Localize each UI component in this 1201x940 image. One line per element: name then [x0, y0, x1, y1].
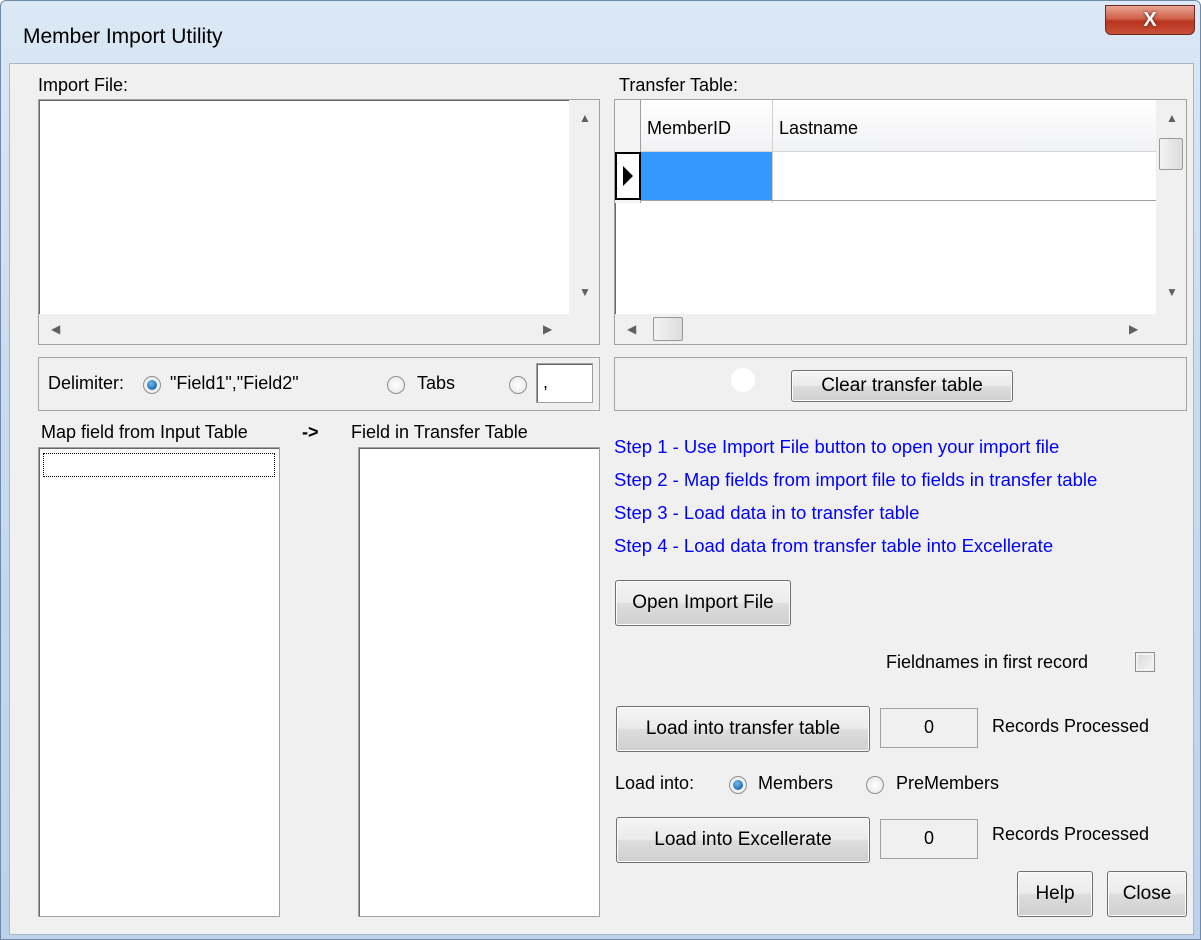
import-file-label: Import File: — [38, 75, 129, 95]
scroll-up-icon[interactable]: ▲ — [1166, 112, 1178, 124]
transfer-table-grid[interactable]: MemberID Lastname ▲ ▼ ◀ ▶ — [614, 99, 1187, 345]
client-area: Import File: ▲ ▼ ◀ ▶ Transfer Table: Mem… — [9, 63, 1194, 935]
scroll-left-icon[interactable]: ◀ — [627, 323, 636, 335]
input-fields-listbox[interactable] — [38, 447, 280, 917]
clear-transfer-table-button[interactable]: Clear transfer table — [791, 370, 1013, 402]
scroll-up-icon[interactable]: ▲ — [579, 112, 591, 124]
load-into-label: Load into: — [615, 773, 695, 793]
map-to-label: Field in Transfer Table — [351, 422, 528, 442]
window-title: Member Import Utility — [23, 25, 223, 48]
delimiter-tabs-label[interactable]: Tabs — [417, 373, 455, 394]
scroll-down-icon[interactable]: ▼ — [579, 286, 591, 298]
scroll-left-icon[interactable]: ◀ — [51, 323, 60, 335]
listbox-focus-item[interactable] — [43, 453, 275, 477]
clear-transfer-group: Clear transfer table — [614, 357, 1187, 411]
row-pointer-icon — [623, 166, 633, 186]
window-close-button[interactable]: X — [1105, 5, 1195, 35]
step-4-text: Step 4 - Load data from transfer table i… — [614, 535, 1054, 556]
mapping-gap — [280, 447, 358, 917]
step-1-text: Step 1 - Use Import File button to open … — [614, 436, 1060, 457]
map-arrow-label: -> — [302, 422, 319, 442]
cell-lastname[interactable] — [773, 152, 1156, 200]
delimiter-group: Delimiter: "Field1","Field2" Tabs , — [38, 357, 600, 411]
scroll-down-icon[interactable]: ▼ — [1166, 286, 1178, 298]
transfer-records-label: Records Processed — [992, 716, 1150, 736]
delimiter-tabs-radio[interactable] — [387, 376, 405, 394]
excellerate-records-count: 0 — [880, 819, 978, 859]
map-from-label: Map field from Input Table — [41, 422, 248, 442]
scroll-corner — [1156, 314, 1186, 344]
transfer-vscroll[interactable]: ▲ ▼ — [1156, 100, 1186, 314]
scroll-right-icon[interactable]: ▶ — [543, 323, 552, 335]
transfer-fields-listbox[interactable] — [358, 447, 600, 917]
transfer-records-count: 0 — [880, 708, 978, 748]
delimiter-quoted-radio[interactable] — [143, 376, 161, 394]
scroll-right-icon[interactable]: ▶ — [1129, 323, 1138, 335]
column-header-lastname[interactable]: Lastname — [779, 118, 858, 139]
close-button[interactable]: Close — [1107, 871, 1187, 917]
main-window: Member Import Utility X Import File: ▲ ▼… — [0, 0, 1201, 940]
load-into-excellerate-button[interactable]: Load into Excellerate — [616, 817, 870, 863]
vscroll-thumb[interactable] — [1159, 138, 1183, 170]
excellerate-records-label: Records Processed — [992, 824, 1150, 844]
transfer-table-label: Transfer Table: — [619, 75, 739, 95]
fieldnames-first-record-checkbox[interactable] — [1135, 652, 1155, 672]
delimiter-custom-radio[interactable] — [509, 376, 527, 394]
transfer-hscroll[interactable]: ◀ ▶ — [615, 314, 1156, 344]
load-into-members-label[interactable]: Members — [758, 773, 833, 794]
title-bar[interactable]: Member Import Utility X — [1, 1, 1200, 63]
delimiter-quoted-label[interactable]: "Field1","Field2" — [170, 373, 299, 394]
delimiter-label: Delimiter: — [48, 373, 125, 393]
import-file-textbox[interactable]: ▲ ▼ ◀ ▶ — [38, 99, 600, 345]
import-file-hscroll[interactable]: ◀ ▶ — [39, 314, 569, 344]
custom-delimiter-input[interactable]: , — [536, 363, 593, 403]
load-into-transfer-table-button[interactable]: Load into transfer table — [616, 706, 870, 752]
scroll-corner — [569, 314, 599, 344]
open-import-file-button[interactable]: Open Import File — [615, 580, 791, 626]
hscroll-thumb[interactable] — [653, 317, 683, 341]
progress-indicator-icon — [731, 368, 755, 392]
column-header-memberid[interactable]: MemberID — [647, 118, 731, 139]
help-button[interactable]: Help — [1017, 871, 1093, 917]
load-into-premembers-radio[interactable] — [866, 776, 884, 794]
step-2-text: Step 2 - Map fields from import file to … — [614, 469, 1098, 490]
selected-cell-memberid[interactable] — [641, 152, 772, 200]
row-divider — [641, 200, 1156, 201]
import-file-vscroll[interactable]: ▲ ▼ — [569, 100, 599, 314]
step-3-text: Step 3 - Load data in to transfer table — [614, 502, 920, 523]
fieldnames-first-record-label[interactable]: Fieldnames in first record — [886, 652, 1088, 673]
load-into-members-radio[interactable] — [729, 776, 747, 794]
load-into-premembers-label[interactable]: PreMembers — [896, 773, 999, 794]
current-row-indicator[interactable] — [615, 152, 641, 200]
